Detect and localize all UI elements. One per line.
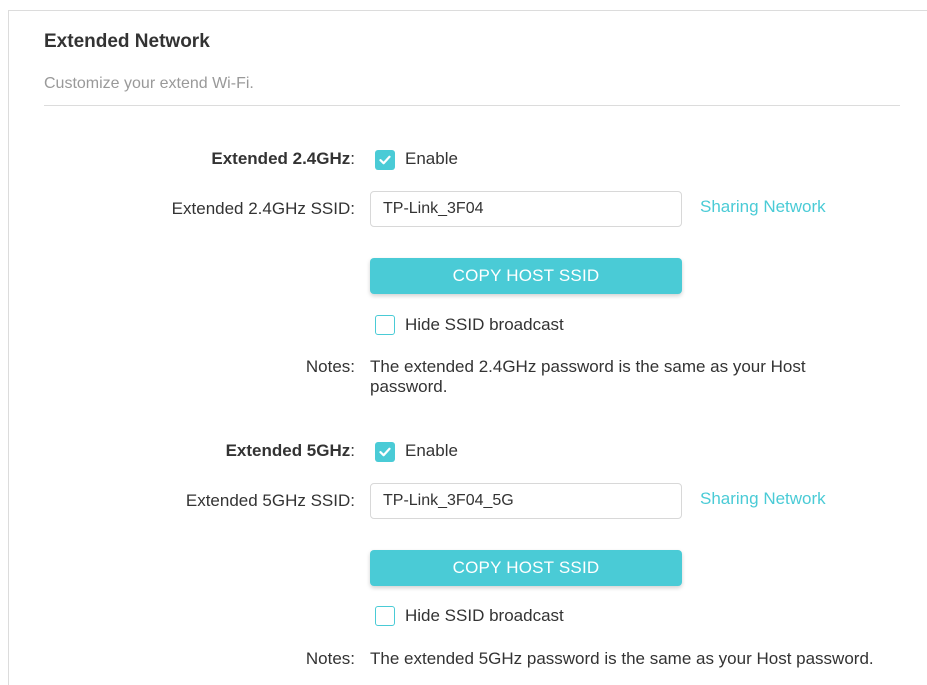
enable-checkbox-24ghz[interactable]	[375, 150, 395, 170]
band-label-24ghz: Extended 2.4GHz:	[211, 149, 355, 168]
hide-ssid-label-5ghz: Hide SSID broadcast	[405, 606, 564, 625]
page-title: Extended Network	[44, 31, 210, 52]
notes-label-24ghz: Notes:	[305, 357, 355, 376]
copy-host-ssid-button-24ghz[interactable]: COPY HOST SSID	[370, 258, 682, 294]
page-subtitle: Customize your extend Wi-Fi.	[44, 75, 254, 92]
ssid-label-5ghz: Extended 5GHz SSID:	[185, 491, 355, 510]
hide-ssid-label-24ghz: Hide SSID broadcast	[405, 315, 564, 334]
copy-host-ssid-button-5ghz[interactable]: COPY HOST SSID	[370, 550, 682, 586]
checkmark-icon	[379, 155, 391, 165]
checkmark-icon	[379, 447, 391, 457]
sharing-network-link-24ghz[interactable]: Sharing Network	[700, 197, 826, 217]
ssid-label-24ghz: Extended 2.4GHz SSID:	[171, 199, 355, 218]
notes-label-5ghz: Notes:	[305, 649, 355, 668]
hide-ssid-checkbox-5ghz[interactable]	[375, 606, 395, 626]
notes-text-5ghz: The extended 5GHz password is the same a…	[370, 649, 874, 668]
header-divider	[44, 105, 900, 106]
band-label-5ghz: Extended 5GHz:	[225, 441, 355, 460]
sharing-network-link-5ghz[interactable]: Sharing Network	[700, 489, 826, 509]
hide-ssid-checkbox-24ghz[interactable]	[375, 315, 395, 335]
notes-text-24ghz: The extended 2.4GHz password is the same…	[370, 357, 806, 396]
enable-checkbox-5ghz[interactable]	[375, 442, 395, 462]
enable-label-5ghz: Enable	[405, 441, 458, 460]
enable-label-24ghz: Enable	[405, 149, 458, 168]
ssid-input-24ghz[interactable]	[370, 191, 682, 227]
ssid-input-5ghz[interactable]	[370, 483, 682, 519]
